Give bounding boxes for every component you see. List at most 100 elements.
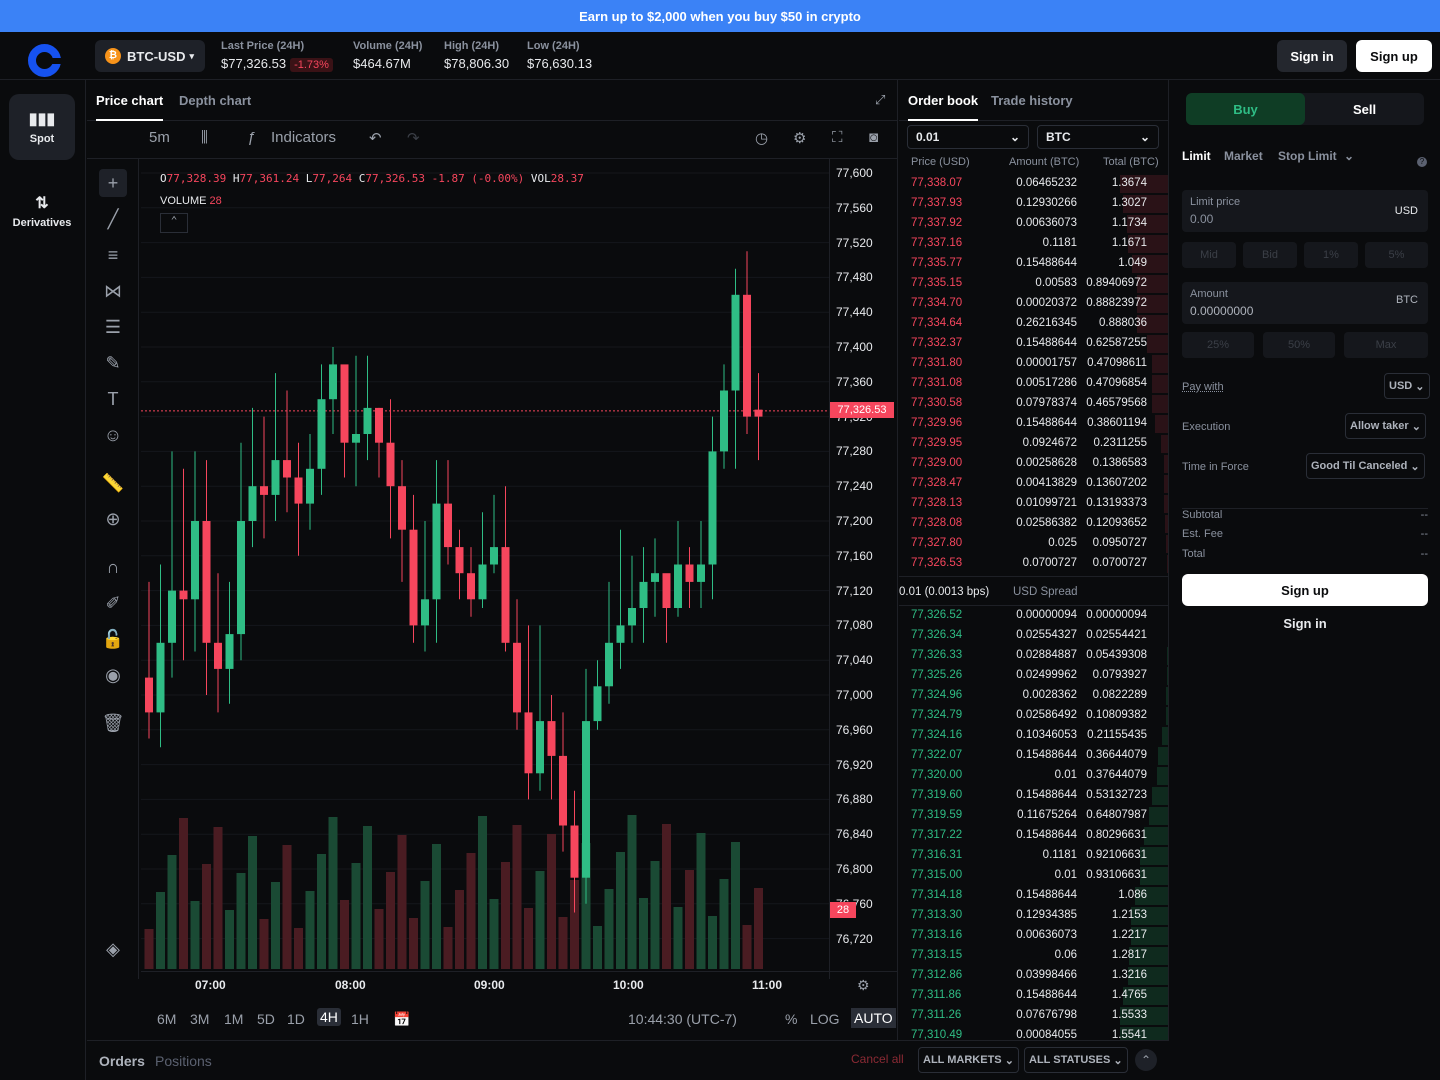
indicators-button[interactable]: Indicators <box>271 129 336 146</box>
range-1m[interactable]: 1M <box>224 1011 243 1027</box>
candle-body[interactable] <box>501 547 510 643</box>
candle-body[interactable] <box>455 547 464 574</box>
bid-row[interactable]: 77,310.49 0.00084055 1.5541 <box>899 1026 1168 1040</box>
bid-row[interactable]: 77,326.52 0.00000094 0.00000094 <box>899 606 1168 626</box>
emoji-icon[interactable]: ☺ <box>99 421 127 449</box>
camera-icon[interactable]: ◙ <box>869 129 878 146</box>
bid-row[interactable]: 77,319.60 0.15488644 0.53132723 <box>899 786 1168 806</box>
axis-settings-icon[interactable]: ⚙ <box>857 977 870 994</box>
bid-row[interactable]: 77,326.33 0.02884887 0.05439308 <box>899 646 1168 666</box>
ask-row[interactable]: 77,327.80 0.025 0.0950727 <box>899 534 1168 554</box>
pattern-icon[interactable]: ⋈ <box>99 277 127 305</box>
ask-row[interactable]: 77,337.92 0.00636073 1.1734 <box>899 214 1168 234</box>
expand-orders-icon[interactable]: ⌃ <box>1135 1049 1157 1071</box>
sign-in-button[interactable]: Sign in <box>1277 40 1347 72</box>
bid-row[interactable]: 77,313.30 0.12934385 1.2153 <box>899 906 1168 926</box>
candle-body[interactable] <box>214 642 222 669</box>
range-4h[interactable]: 4H <box>317 1008 341 1026</box>
candle-body[interactable] <box>467 573 475 600</box>
candle-body[interactable] <box>145 677 153 713</box>
candle-body[interactable] <box>536 721 544 774</box>
candle-body[interactable] <box>490 547 498 565</box>
ask-row[interactable]: 77,334.64 0.26216345 0.888036 <box>899 314 1168 334</box>
tif-select[interactable]: Good Til Canceled ⌄ <box>1306 453 1425 479</box>
candle-body[interactable] <box>352 434 360 443</box>
chip-1pct[interactable]: 1% <box>1304 242 1358 268</box>
time-axis[interactable]: 07:00 08:00 09:00 10:00 11:00 ⚙ <box>141 971 898 1001</box>
cancel-all-button[interactable]: Cancel all <box>851 1052 904 1066</box>
candle-body[interactable] <box>294 477 303 504</box>
bid-row[interactable]: 77,316.31 0.1181 0.92106631 <box>899 846 1168 866</box>
ask-row[interactable]: 77,337.93 0.12930266 1.3027 <box>899 194 1168 214</box>
ask-row[interactable]: 77,338.07 0.06465232 1.3674 <box>899 174 1168 194</box>
pair-selector[interactable]: ₿ BTC-USD ▾ <box>95 40 205 72</box>
candle-body[interactable] <box>731 294 740 391</box>
candle-body[interactable] <box>398 486 406 530</box>
settings-icon[interactable]: ⚙ <box>793 129 806 147</box>
ask-row[interactable]: 77,335.15 0.00583 0.89406972 <box>899 274 1168 294</box>
brush-icon[interactable]: ✎ <box>99 349 127 377</box>
sell-tab[interactable]: Sell <box>1305 93 1424 125</box>
candle-body[interactable] <box>720 390 728 452</box>
fullscreen-icon[interactable]: ⛶ <box>832 129 843 146</box>
auto-toggle[interactable]: AUTO <box>851 1008 896 1028</box>
ask-row[interactable]: 77,331.08 0.00517286 0.47096854 <box>899 374 1168 394</box>
percent-toggle[interactable]: % <box>785 1011 797 1027</box>
candle-body[interactable] <box>478 564 487 600</box>
tab-trade-history[interactable]: Trade history <box>991 93 1073 108</box>
candle-body[interactable] <box>409 529 418 626</box>
zoom-in-icon[interactable]: ⊕ <box>99 505 127 533</box>
collapse-legend-icon[interactable]: ⌃ <box>160 213 188 233</box>
undo-icon[interactable]: ↶ <box>369 129 382 147</box>
tab-depth-chart[interactable]: Depth chart <box>179 93 251 108</box>
ask-row[interactable]: 77,337.16 0.1181 1.1671 <box>899 234 1168 254</box>
candle-body[interactable] <box>570 825 579 878</box>
ask-row[interactable]: 77,328.13 0.01099721 0.13193373 <box>899 494 1168 514</box>
bid-row[interactable]: 77,326.34 0.02554327 0.02554421 <box>899 626 1168 646</box>
bid-row[interactable]: 77,317.22 0.15488644 0.80296631 <box>899 826 1168 846</box>
candle-body[interactable] <box>651 573 659 582</box>
bid-row[interactable]: 77,315.00 0.01 0.93106631 <box>899 866 1168 886</box>
candle-body[interactable] <box>237 521 245 635</box>
candle-body[interactable] <box>628 608 636 626</box>
eye-icon[interactable]: ◉ <box>99 661 127 689</box>
candle-body[interactable] <box>513 642 521 713</box>
candle-body[interactable] <box>697 564 705 582</box>
magnet-icon[interactable]: ∩ <box>99 553 127 581</box>
interval-selector[interactable]: 5m <box>149 129 170 146</box>
ask-row[interactable]: 77,328.08 0.02586382 0.12093652 <box>899 514 1168 534</box>
limit-price-input[interactable]: Limit price 0.00 USD <box>1182 190 1428 232</box>
ruler-icon[interactable]: 📏 <box>99 469 127 497</box>
bid-row[interactable]: 77,319.59 0.11675264 0.64807987 <box>899 806 1168 826</box>
candle-type-icon[interactable]: ⫼ <box>201 129 208 146</box>
asset-select[interactable]: BTC ⌄ <box>1037 125 1159 149</box>
ask-row[interactable]: 77,329.96 0.15488644 0.38601194 <box>899 414 1168 434</box>
statuses-filter[interactable]: ALL STATUSES ⌄ <box>1024 1047 1128 1073</box>
candle-body[interactable] <box>191 521 199 600</box>
candle-body[interactable] <box>225 634 234 669</box>
trash-icon[interactable]: 🗑 <box>99 709 127 737</box>
chip-5pct[interactable]: 5% <box>1365 242 1428 268</box>
bid-row[interactable]: 77,325.26 0.02499962 0.0793927 <box>899 666 1168 686</box>
price-axis[interactable]: 77,600 77,560 77,520 77,480 77,440 77,400 77,3… <box>829 159 898 979</box>
order-type-limit[interactable]: Limit <box>1182 149 1211 163</box>
bid-row[interactable]: 77,324.79 0.02586492 0.10809382 <box>899 706 1168 726</box>
unlock-icon[interactable]: 🔓 <box>99 625 127 653</box>
bid-row[interactable]: 77,313.16 0.00636073 1.2217 <box>899 926 1168 946</box>
chip-bid[interactable]: Bid <box>1243 242 1297 268</box>
horizontal-lines-icon[interactable]: ≡ <box>99 241 127 269</box>
ask-row[interactable]: 77,335.77 0.15488644 1.049 <box>899 254 1168 274</box>
ask-row[interactable]: 77,332.37 0.15488644 0.62587255 <box>899 334 1168 354</box>
bid-row[interactable]: 77,311.26 0.07676798 1.5533 <box>899 1006 1168 1026</box>
bid-row[interactable]: 77,312.86 0.03998466 1.3216 <box>899 966 1168 986</box>
ask-row[interactable]: 77,329.00 0.00258628 0.1386583 <box>899 454 1168 474</box>
candle-body[interactable] <box>754 409 763 417</box>
candle-body[interactable] <box>168 590 176 643</box>
replay-icon[interactable]: ◷ <box>755 129 768 147</box>
log-toggle[interactable]: LOG <box>810 1011 840 1027</box>
chip-25pct[interactable]: 25% <box>1182 332 1254 358</box>
candle-body[interactable] <box>421 599 429 626</box>
candle-body[interactable] <box>271 460 280 495</box>
chip-mid[interactable]: Mid <box>1182 242 1236 268</box>
ask-row[interactable]: 77,329.95 0.0924672 0.2311255 <box>899 434 1168 454</box>
